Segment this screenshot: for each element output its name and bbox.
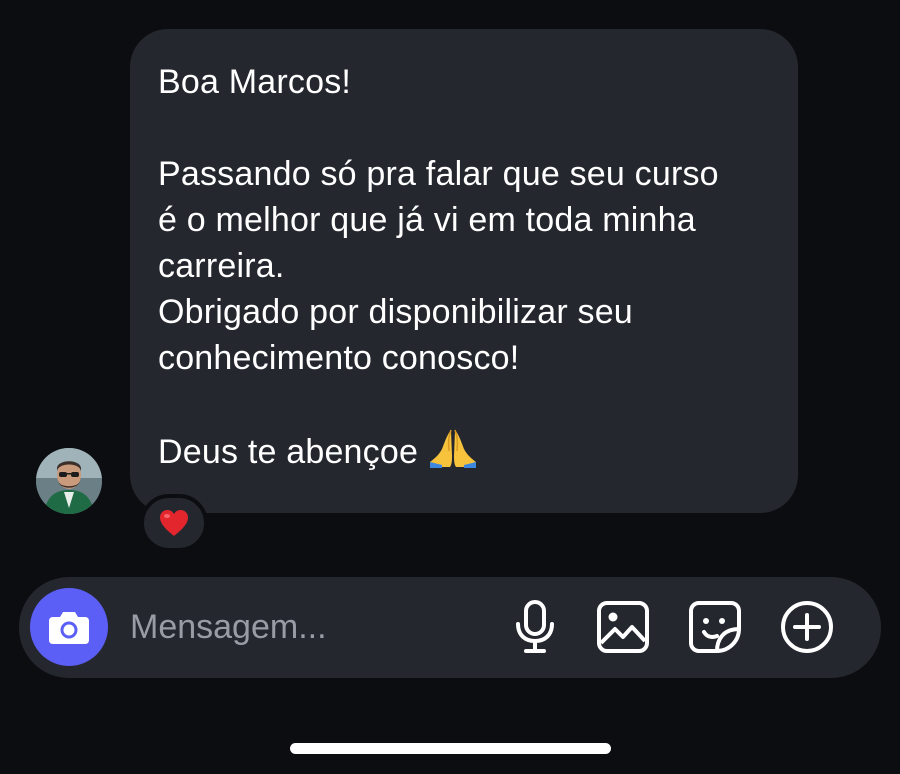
- message-greeting: Boa Marcos!: [158, 63, 352, 101]
- sticker-button[interactable]: [685, 597, 745, 657]
- sticker-icon: [689, 601, 741, 653]
- microphone-icon: [516, 600, 554, 653]
- message-closing-line: Deus te abençoe: [158, 427, 770, 481]
- camera-icon: [49, 612, 89, 644]
- message-input[interactable]: [130, 603, 490, 651]
- folded-hands-emoji: [428, 427, 478, 481]
- red-heart-emoji: [160, 510, 188, 536]
- add-icon: [781, 601, 833, 653]
- gallery-icon: [597, 601, 649, 653]
- message-line: Passando só pra falar que seu curso: [158, 155, 719, 193]
- home-indicator[interactable]: [290, 743, 611, 754]
- microphone-button[interactable]: [505, 597, 565, 657]
- message-bubble[interactable]: Boa Marcos! Passando só pra falar que se…: [130, 29, 798, 513]
- message-closing-text: Deus te abençoe: [158, 433, 419, 471]
- gallery-button[interactable]: [593, 597, 653, 657]
- message-line: é o melhor que já vi em toda minha: [158, 201, 696, 239]
- sender-avatar[interactable]: [36, 448, 102, 514]
- add-button[interactable]: [777, 597, 837, 657]
- message-line: conhecimento conosco!: [158, 339, 520, 377]
- message-line: carreira.: [158, 247, 285, 285]
- camera-button[interactable]: [30, 588, 108, 666]
- message-composer: [19, 577, 881, 678]
- reaction-badge[interactable]: [140, 494, 208, 552]
- message-line: Obrigado por disponibilizar seu: [158, 293, 633, 331]
- user-avatar-photo: [36, 448, 102, 514]
